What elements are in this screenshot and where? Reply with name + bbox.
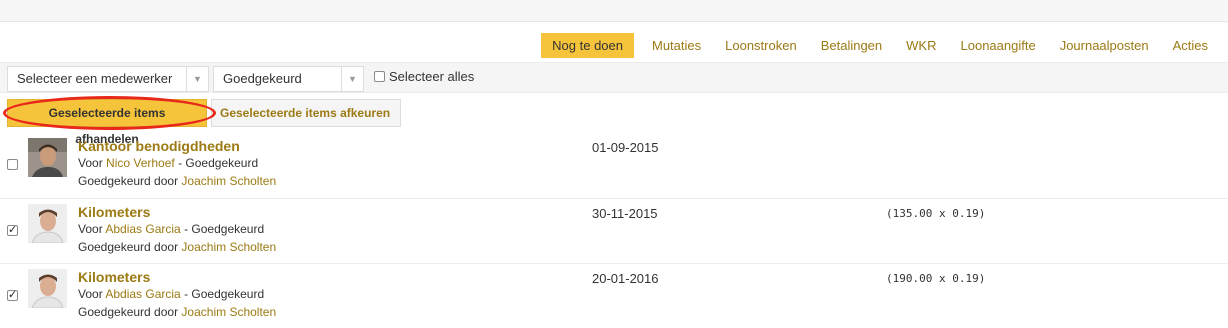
employee-select-value: Selecteer een medewerker <box>17 71 173 86</box>
item-date: 30-11-2015 <box>592 206 658 221</box>
avatar <box>28 138 67 177</box>
for-prefix: Voor <box>78 156 103 170</box>
tab-loonaangifte[interactable]: Loonaangifte <box>949 33 1048 58</box>
approver-link[interactable]: Joachim Scholten <box>181 305 276 319</box>
status-select-value: Goedgekeurd <box>223 71 302 86</box>
filter-bar: Selecteer een medewerker ▼ Goedgekeurd ▼… <box>0 62 1228 93</box>
employee-link[interactable]: Abdias Garcia <box>105 287 180 301</box>
item-calculation: (190.00 x 0.19) <box>886 272 986 285</box>
item-title[interactable]: Kilometers <box>78 204 150 220</box>
item-title[interactable]: Kilometers <box>78 269 150 285</box>
chevron-down-icon: ▼ <box>186 67 208 91</box>
item-checkbox[interactable] <box>7 159 18 170</box>
tab-loonstroken[interactable]: Loonstroken <box>713 33 809 58</box>
approved-by-prefix: Goedgekeurd door <box>78 240 179 254</box>
select-all-checkbox[interactable] <box>374 71 385 82</box>
list-item: Kilometers Voor Abdias Garcia - Goedgeke… <box>0 198 1228 263</box>
tab-nog-te-doen[interactable]: Nog te doen <box>541 33 634 58</box>
approved-by-prefix: Goedgekeurd door <box>78 174 179 188</box>
approver-link[interactable]: Joachim Scholten <box>181 240 276 254</box>
tab-wkr[interactable]: WKR <box>894 33 948 58</box>
chevron-down-icon: ▼ <box>341 67 363 91</box>
tab-journaalposten[interactable]: Journaalposten <box>1048 33 1161 58</box>
status-text: - Goedgekeurd <box>178 156 259 170</box>
item-employee-line: Voor Nico Verhoef - Goedgekeurd <box>78 156 258 170</box>
item-approver-line: Goedgekeurd door Joachim Scholten <box>78 174 276 188</box>
item-title[interactable]: Kantoor benodigdheden <box>78 138 240 154</box>
select-all[interactable]: Selecteer alles <box>374 69 474 84</box>
list-item: Kilometers Voor Abdias Garcia - Goedgeke… <box>0 263 1228 328</box>
avatar-photo-icon <box>28 269 67 308</box>
tab-mutaties[interactable]: Mutaties <box>640 33 713 58</box>
approved-by-prefix: Goedgekeurd door <box>78 305 179 319</box>
approver-link[interactable]: Joachim Scholten <box>181 174 276 188</box>
item-calculation: (135.00 x 0.19) <box>886 207 986 220</box>
item-date: 01-09-2015 <box>592 140 659 155</box>
employee-link[interactable]: Abdias Garcia <box>105 222 180 236</box>
for-prefix: Voor <box>78 287 103 301</box>
status-text: - Goedgekeurd <box>184 222 265 236</box>
tab-acties[interactable]: Acties <box>1161 33 1220 58</box>
status-text: - Goedgekeurd <box>184 287 265 301</box>
avatar-photo-icon <box>28 204 67 243</box>
reject-selected-button[interactable]: Geselecteerde items afkeuren <box>211 99 401 127</box>
select-all-label: Selecteer alles <box>389 69 475 84</box>
avatar <box>28 269 67 308</box>
top-bar <box>0 0 1228 22</box>
list-item: Kantoor benodigdheden Voor Nico Verhoef … <box>0 133 1228 198</box>
avatar <box>28 204 67 243</box>
item-approver-line: Goedgekeurd door Joachim Scholten <box>78 240 276 254</box>
item-checkbox[interactable] <box>7 288 18 301</box>
employee-select[interactable]: Selecteer een medewerker ▼ <box>7 66 209 92</box>
tab-bar: Nog te doen Mutaties Loonstroken Betalin… <box>541 33 1220 58</box>
for-prefix: Voor <box>78 222 103 236</box>
item-date: 20-01-2016 <box>592 271 659 286</box>
employee-link[interactable]: Nico Verhoef <box>106 156 175 170</box>
item-approver-line: Goedgekeurd door Joachim Scholten <box>78 305 276 319</box>
tab-betalingen[interactable]: Betalingen <box>809 33 894 58</box>
item-checkbox[interactable] <box>7 223 18 236</box>
avatar-photo-icon <box>28 138 67 177</box>
item-employee-line: Voor Abdias Garcia - Goedgekeurd <box>78 222 264 236</box>
item-employee-line: Voor Abdias Garcia - Goedgekeurd <box>78 287 264 301</box>
approve-selected-button[interactable]: Geselecteerde items afhandelen <box>7 99 207 146</box>
status-select[interactable]: Goedgekeurd ▼ <box>213 66 364 92</box>
